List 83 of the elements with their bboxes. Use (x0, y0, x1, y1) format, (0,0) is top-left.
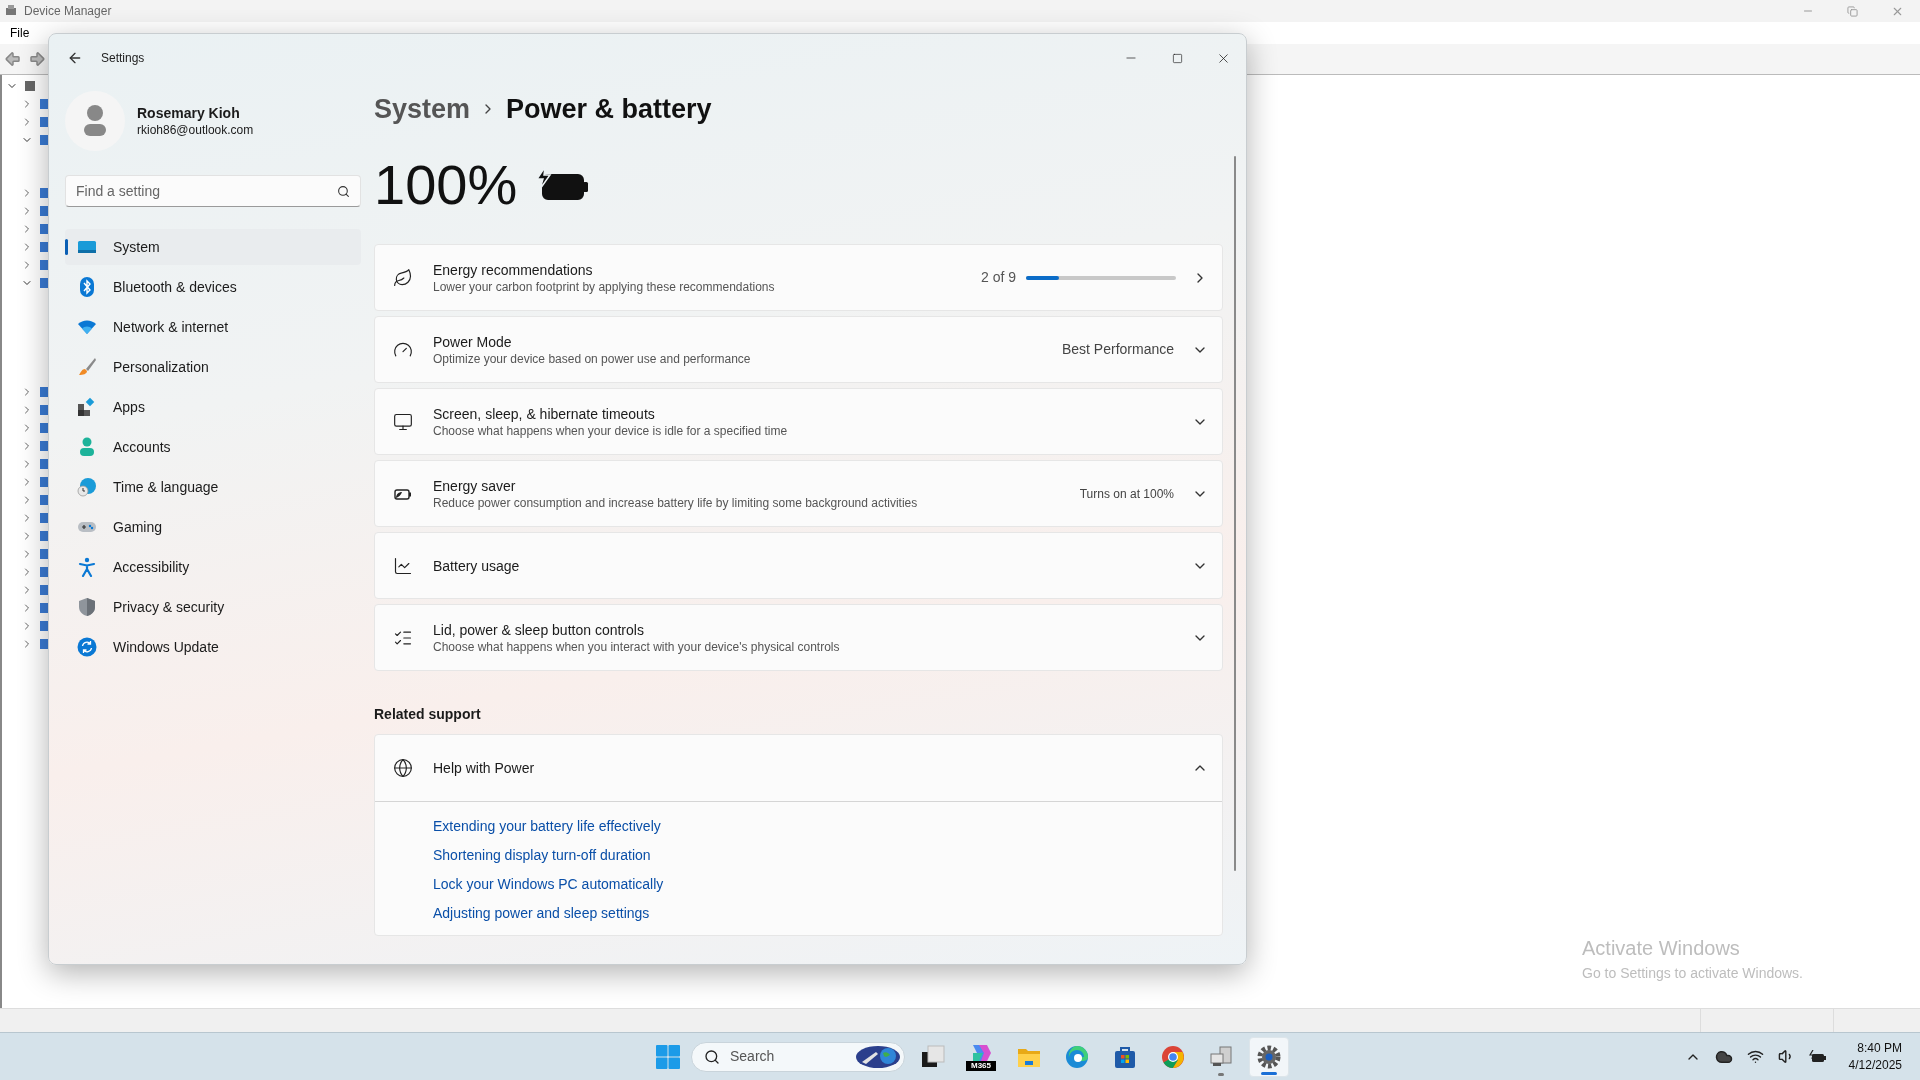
running-indicator (1261, 1071, 1277, 1075)
card-description: Choose what happens when your device is idle for a specified time (433, 422, 788, 439)
windows-start-icon[interactable] (655, 1043, 681, 1070)
search-icon (704, 1048, 720, 1065)
search-icon (337, 184, 350, 198)
user-name: Rosemary Kioh (137, 104, 241, 122)
computer-icon (4, 4, 18, 18)
help-link[interactable]: Extending your battery life effectively (433, 816, 661, 836)
settings-card[interactable]: Energy recommendations Lower your carbon footprint by applying these recommendations 2 of 9 (374, 244, 1223, 311)
progress-count: 2 of 9 (980, 268, 1016, 287)
gear-icon (1256, 1043, 1282, 1070)
activation-title: Activate Windows (1582, 936, 1741, 961)
accessibility-icon (77, 557, 97, 577)
help-link[interactable]: Shortening display turn-off duration (433, 845, 651, 865)
person-icon (77, 437, 97, 457)
scrollbar[interactable] (1233, 156, 1236, 871)
clock[interactable]: 8:40 PM 4/12/2025 (1848, 1039, 1902, 1074)
settings-card[interactable]: Energy saver Reduce power consumption and increase battery life by limiting some background activities Turns on at 100% (374, 460, 1223, 527)
task-view-icon (920, 1043, 946, 1070)
card-description: Choose what happens when you interact with your device's physical controls (433, 638, 840, 655)
card-title: Screen, sleep, & hibernate timeouts (433, 404, 656, 423)
breadcrumb-link[interactable]: System (374, 88, 471, 130)
globe-clock-icon (77, 477, 97, 497)
taskbar-app-button[interactable]: M365 (961, 1036, 1001, 1077)
forward-icon[interactable] (28, 50, 46, 68)
nav-item[interactable]: Network & internet (65, 309, 361, 345)
edge-browser-icon (1064, 1043, 1090, 1070)
power-mode-value[interactable]: Best Performance (1061, 339, 1174, 360)
window-title: Device Manager (24, 3, 112, 20)
nav-item[interactable]: Personalization (65, 349, 361, 385)
apps-icon (77, 397, 97, 417)
nav-item[interactable]: Time & language (65, 469, 361, 505)
nav-item[interactable]: Accounts (65, 429, 361, 465)
card-description: Optimize your device based on power use and performance (433, 350, 751, 367)
settings-search-box[interactable]: Find a setting (65, 175, 361, 207)
device-icon (23, 79, 37, 93)
user-email: rkioh86@outlook.com (137, 122, 254, 138)
card-title: Battery usage (433, 556, 520, 575)
app-title: Settings (101, 50, 145, 67)
globe-search-icon (393, 758, 413, 778)
taskbar-app-button[interactable] (1249, 1036, 1289, 1077)
line-chart-icon (393, 555, 413, 576)
card-title: Lid, power & sleep button controls (433, 620, 645, 639)
leaf-icon (393, 267, 413, 288)
maximize-icon[interactable] (1171, 52, 1183, 64)
help-expander[interactable]: Help with Power (375, 735, 1222, 802)
nav-item[interactable]: Gaming (65, 509, 361, 545)
back-icon[interactable] (67, 50, 83, 66)
card-title: Energy recommendations (433, 260, 594, 279)
card-description: Lower your carbon footprint by applying these recommendations (433, 278, 775, 295)
battery-percentage: 100% (374, 153, 518, 217)
monitor-icon (393, 411, 413, 432)
settings-card[interactable]: Screen, sleep, & hibernate timeouts Choose what happens when your device is idle for a specified time (374, 388, 1223, 455)
avatar-icon (65, 91, 125, 151)
settings-card[interactable]: Battery usage (374, 532, 1223, 599)
help-link[interactable]: Adjusting power and sleep settings (433, 903, 650, 923)
activation-message: Go to Settings to activate Windows. (1582, 964, 1804, 983)
running-indicator (1218, 1072, 1224, 1076)
nav-item[interactable]: Bluetooth & devices (65, 269, 361, 305)
menu-item[interactable]: File (4, 24, 36, 42)
paintbrush-icon (77, 357, 97, 377)
bluetooth-icon (77, 277, 97, 297)
nav-item[interactable]: Apps (65, 389, 361, 425)
nav-item[interactable]: System (65, 229, 361, 265)
settings-card[interactable]: Power Mode Optimize your device based on power use and performance Best Performance (374, 316, 1223, 383)
restore-icon[interactable] (1847, 5, 1858, 17)
settings-card[interactable]: Lid, power & sleep button controls Choose what happens when you interact with your device's physical controls (374, 604, 1223, 671)
section-heading: Related support (374, 705, 482, 724)
card-title: Energy saver (433, 476, 517, 495)
shield-icon (77, 597, 97, 617)
taskbar-search-field[interactable]: Search (691, 1041, 905, 1072)
page-title: Power & battery (506, 92, 712, 126)
card-description: Reduce power consumption and increase battery life by limiting some background activities (433, 494, 918, 511)
card-title: Power Mode (433, 332, 513, 351)
nav-item[interactable]: Accessibility (65, 549, 361, 585)
nav-item[interactable]: Privacy & security (65, 589, 361, 625)
battery-charging-icon[interactable] (1808, 1049, 1827, 1064)
nav-item[interactable]: Windows Update (65, 629, 361, 665)
help-link[interactable]: Lock your Windows PC automatically (433, 874, 664, 894)
sync-icon (77, 637, 97, 657)
wifi-icon[interactable] (1746, 1048, 1764, 1065)
status-note: Turns on at 100% (1079, 485, 1174, 503)
chrome-browser-icon (1160, 1043, 1186, 1070)
